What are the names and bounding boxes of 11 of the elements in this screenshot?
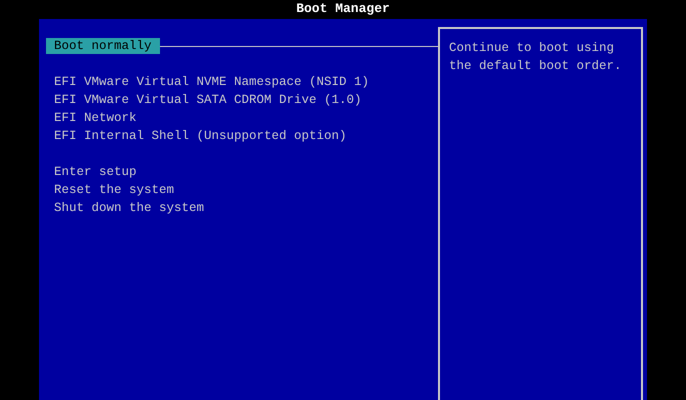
boot-menu-item[interactable]: EFI VMware Virtual SATA CDROM Drive (1.0) [46,92,370,108]
help-text: Continue to boot using [449,40,616,57]
boot-menu-item[interactable]: Reset the system [46,182,182,198]
boot-menu-item[interactable]: Boot normally [46,38,160,54]
boot-menu-item[interactable]: Shut down the system [46,200,212,216]
help-text: the default boot order. [449,58,623,75]
boot-menu-item[interactable]: Enter setup [46,164,145,180]
boot-menu-item[interactable]: EFI Network [46,110,145,126]
boot-menu-item[interactable]: EFI Internal Shell (Unsupported option) [46,128,355,144]
screen-title: Boot Manager [296,0,390,18]
boot-menu-item[interactable]: EFI VMware Virtual NVME Namespace (NSID 1) [46,74,378,90]
